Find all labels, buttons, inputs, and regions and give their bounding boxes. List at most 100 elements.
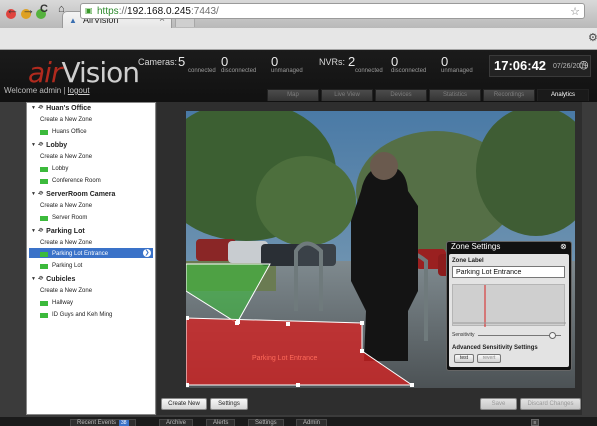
nvrs-unmanaged-label: unmanaged xyxy=(441,68,473,74)
zone-item-lobby[interactable]: Lobby xyxy=(40,166,68,172)
create-zone-link[interactable]: Create a New Zone xyxy=(40,240,92,246)
close-dialog-icon[interactable]: ⊗ xyxy=(560,242,567,251)
zone-label: Huans Office xyxy=(52,129,87,135)
zone-label-input[interactable] xyxy=(452,266,565,278)
expand-triangle-icon[interactable]: ▼ xyxy=(31,228,36,234)
logout-link[interactable]: logout xyxy=(68,86,90,95)
nvrs-connected-label: connected xyxy=(355,68,383,74)
zone-label: Lobby xyxy=(52,166,69,172)
zone-item-huans-office[interactable]: Huans Office xyxy=(40,129,87,135)
zone-vertex[interactable] xyxy=(410,383,414,387)
zone-color-swatch xyxy=(40,178,48,184)
nvrs-disconnected-count[interactable]: 0 xyxy=(391,54,398,69)
expand-triangle-icon[interactable]: ▼ xyxy=(31,191,36,197)
expand-triangle-icon[interactable]: ▼ xyxy=(31,105,36,111)
reload-icon[interactable]: C xyxy=(40,3,48,15)
lock-icon: ▣ xyxy=(85,6,93,15)
camera-icon: ⌮ xyxy=(37,141,44,148)
zone-color-swatch xyxy=(40,300,48,306)
app-window: ▲ AirVision × ← → C ⌂ ▣ https://192.168.… xyxy=(0,0,597,426)
settings-button[interactable]: Settings xyxy=(210,398,248,410)
zone-vertex[interactable] xyxy=(235,321,239,325)
address-bar[interactable]: ▣ https://192.168.0.245:7443/ ☆ xyxy=(80,3,585,19)
zone-color-swatch xyxy=(40,215,48,221)
url-port: :7443/ xyxy=(190,6,219,17)
tab-alerts[interactable]: Alerts xyxy=(206,419,236,426)
discard-changes-button[interactable]: Discard Changes xyxy=(520,398,581,410)
zone-item-parking-lot-entrance[interactable]: Parking Lot Entrance xyxy=(40,251,108,257)
zone-color-swatch xyxy=(40,129,48,135)
create-zone-link[interactable]: Create a New Zone xyxy=(40,154,92,160)
clock-time: 17:06:42 xyxy=(494,58,547,73)
cameras-disconnected-count[interactable]: 0 xyxy=(221,54,228,69)
zone-vertex[interactable] xyxy=(360,349,364,353)
expand-triangle-icon[interactable]: ▼ xyxy=(31,276,36,282)
zone-vertex[interactable] xyxy=(286,322,290,326)
camera-group-lobby[interactable]: ▼ ⌮ Lobby xyxy=(31,141,67,149)
tab-admin[interactable]: Admin xyxy=(296,419,328,426)
clock-icon[interactable]: ◷ xyxy=(579,58,589,71)
tab-live-view[interactable]: Live View xyxy=(321,89,373,101)
tab-archive[interactable]: Archive xyxy=(159,419,194,426)
zone-item-id-guys[interactable]: ID Guys and Keh Ming xyxy=(40,312,112,318)
group-label: ServerRoom Camera xyxy=(46,190,116,198)
revert-button[interactable]: revert xyxy=(477,354,501,363)
zone-color-swatch xyxy=(40,312,48,318)
create-new-button[interactable]: Create New xyxy=(161,398,207,410)
advanced-sensitivity-heading[interactable]: Advanced Sensitivity Settings xyxy=(452,345,538,351)
zone-label: Server Room xyxy=(52,215,88,221)
zone-item-parking-lot[interactable]: Parking Lot xyxy=(40,263,82,269)
tab-devices[interactable]: Devices xyxy=(375,89,427,101)
tab-map[interactable]: Map xyxy=(267,89,319,101)
camera-group-serverroom[interactable]: ▼ ⌮ ServerRoom Camera xyxy=(31,190,115,198)
nvrs-disconnected-label: disconnected xyxy=(391,68,427,74)
camera-group-cubicles[interactable]: ▼ ⌮ Cubicles xyxy=(31,275,75,283)
logo-air: air xyxy=(28,56,62,89)
zone-vertex[interactable] xyxy=(186,383,189,387)
home-icon[interactable]: ⌂ xyxy=(58,3,65,15)
save-button[interactable]: Save xyxy=(480,398,517,410)
create-zone-link[interactable]: Create a New Zone xyxy=(40,203,92,209)
create-zone-link[interactable]: Create a New Zone xyxy=(40,288,92,294)
zone-label-heading: Zone Label xyxy=(452,258,484,264)
back-icon[interactable]: ← xyxy=(6,2,19,17)
tab-analytics[interactable]: Analytics xyxy=(537,89,589,101)
camera-icon: ⌮ xyxy=(37,275,44,282)
zone-item-server-room[interactable]: Server Room xyxy=(40,215,87,221)
logo-vision: Vision xyxy=(61,56,140,89)
forward-icon[interactable]: → xyxy=(22,2,35,17)
recent-events-badge: 38 xyxy=(119,420,129,426)
browser-toolbar xyxy=(0,28,597,50)
sensitivity-graph-plot xyxy=(453,285,566,327)
tab-recent-events[interactable]: Recent Events 38 xyxy=(70,419,136,426)
tab-settings-bottom[interactable]: Settings xyxy=(248,419,284,426)
wrench-icon[interactable]: ⚙ xyxy=(588,31,597,44)
airvision-favicon-icon: ▲ xyxy=(69,16,77,25)
group-label: Lobby xyxy=(46,141,68,149)
tab-statistics[interactable]: Statistics xyxy=(429,89,481,101)
zone-item-hallway[interactable]: Hallway xyxy=(40,300,73,306)
bookmark-star-icon[interactable]: ☆ xyxy=(570,5,580,18)
zone-vertex[interactable] xyxy=(186,316,189,320)
camera-group-huans-office[interactable]: ▼ ⌮ Huan's Office xyxy=(31,104,91,112)
cameras-unmanaged-count[interactable]: 0 xyxy=(271,54,278,69)
zone-vertex[interactable] xyxy=(360,321,364,325)
zone-item-conference-room[interactable]: Conference Room xyxy=(40,178,101,184)
camera-group-parking-lot[interactable]: ▼ ⌮ Parking Lot xyxy=(31,227,85,235)
test-button[interactable]: test xyxy=(454,354,474,363)
airvision-logo: airVision xyxy=(28,56,140,89)
expand-triangle-icon[interactable]: ▼ xyxy=(31,142,36,148)
zone-color-swatch xyxy=(40,166,48,172)
camera-icon: ⌮ xyxy=(37,190,44,197)
group-label: Huan's Office xyxy=(46,104,92,112)
nvrs-connected-count[interactable]: 2 xyxy=(348,54,355,69)
tab-label: Recent Events xyxy=(77,420,117,426)
cameras-disconnected-label: disconnected xyxy=(221,68,257,74)
tab-recordings[interactable]: Recordings xyxy=(483,89,535,101)
create-zone-link[interactable]: Create a New Zone xyxy=(40,117,92,123)
zone-options-icon[interactable]: ❯ xyxy=(143,249,151,257)
zone-vertex[interactable] xyxy=(296,383,300,387)
cameras-connected-count[interactable]: 5 xyxy=(178,54,185,69)
nvrs-unmanaged-count[interactable]: 0 xyxy=(441,54,448,69)
expand-panel-icon[interactable]: ≡ xyxy=(531,419,539,426)
